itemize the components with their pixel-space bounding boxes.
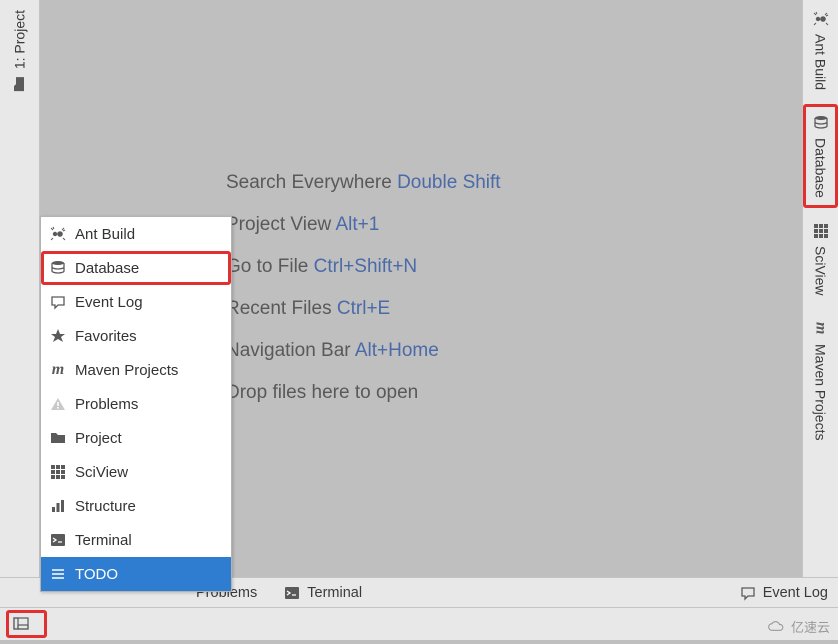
editor-empty-area: Search Everywhere Double Shift Project V… xyxy=(40,0,802,577)
tool-window-popup: Ant Build Database Event Log Favorites xyxy=(40,216,232,592)
tip-go-to-file: Go to File Ctrl+Shift+N xyxy=(226,256,501,278)
warning-icon xyxy=(49,395,67,413)
popup-item-terminal[interactable]: Terminal xyxy=(41,523,231,557)
popup-item-label: Maven Projects xyxy=(75,362,178,379)
popup-item-label: TODO xyxy=(75,566,118,583)
popup-item-label: Terminal xyxy=(75,532,132,549)
popup-item-favorites[interactable]: Favorites xyxy=(41,319,231,353)
tip-drop-files: Drop files here to open xyxy=(226,382,501,404)
right-rail-item-sciview[interactable]: SciView xyxy=(803,212,838,306)
right-rail-label: Ant Build xyxy=(813,34,829,90)
maven-icon: m xyxy=(49,361,67,379)
folder-icon xyxy=(11,75,29,93)
popup-item-label: Ant Build xyxy=(75,226,135,243)
database-icon xyxy=(49,259,67,277)
welcome-tips: Search Everywhere Double Shift Project V… xyxy=(226,172,501,404)
ant-icon xyxy=(49,225,67,243)
popup-item-label: Structure xyxy=(75,498,136,515)
bottom-item-label: Event Log xyxy=(763,585,828,601)
popup-item-label: SciView xyxy=(75,464,128,481)
left-rail-label: 1: Project xyxy=(12,10,28,69)
popup-item-structure[interactable]: Structure xyxy=(41,489,231,523)
app-root: 1: Project Search Everywhere Double Shif… xyxy=(0,0,838,644)
todo-icon xyxy=(49,565,67,583)
bottom-item-event-log[interactable]: Event Log xyxy=(739,584,828,602)
popup-item-problems[interactable]: Problems xyxy=(41,387,231,421)
right-rail-item-maven[interactable]: m Maven Projects xyxy=(803,310,838,450)
right-rail-item-ant-build[interactable]: Ant Build xyxy=(803,0,838,100)
popup-item-event-log[interactable]: Event Log xyxy=(41,285,231,319)
popup-item-label: Event Log xyxy=(75,294,143,311)
sciview-icon xyxy=(49,463,67,481)
popup-item-sciview[interactable]: SciView xyxy=(41,455,231,489)
popup-item-todo[interactable]: TODO xyxy=(41,557,231,591)
bubble-icon xyxy=(49,293,67,311)
folder-icon xyxy=(49,429,67,447)
popup-item-label: Database xyxy=(75,260,139,277)
left-tool-rail: 1: Project xyxy=(0,0,40,607)
terminal-icon xyxy=(49,531,67,549)
popup-item-database[interactable]: Database xyxy=(41,251,231,285)
right-rail-label: SciView xyxy=(813,246,829,296)
status-bar: 亿速云 xyxy=(0,607,838,640)
tip-navigation-bar: Navigation Bar Alt+Home xyxy=(226,340,501,362)
watermark: 亿速云 xyxy=(767,617,830,636)
popup-item-maven[interactable]: m Maven Projects xyxy=(41,353,231,387)
popup-item-ant-build[interactable]: Ant Build xyxy=(41,217,231,251)
sciview-icon xyxy=(812,222,830,240)
popup-item-label: Favorites xyxy=(75,328,137,345)
popup-item-label: Problems xyxy=(75,396,138,413)
popup-item-project[interactable]: Project xyxy=(41,421,231,455)
tool-windows-quick-access-highlight xyxy=(6,610,47,638)
tip-search-everywhere: Search Everywhere Double Shift xyxy=(226,172,501,194)
structure-icon xyxy=(49,497,67,515)
star-icon xyxy=(49,327,67,345)
popup-item-label: Project xyxy=(75,430,122,447)
bubble-icon xyxy=(739,584,757,602)
left-rail-item-project[interactable]: 1: Project xyxy=(0,0,39,103)
ant-icon xyxy=(812,10,830,28)
right-tool-rail: Ant Build Database SciView m Maven Proje… xyxy=(802,0,838,607)
maven-icon: m xyxy=(812,320,830,338)
tool-windows-quick-access-button[interactable] xyxy=(10,614,32,634)
right-rail-label: Database xyxy=(813,138,829,198)
bottom-item-label: Terminal xyxy=(307,585,362,601)
tip-project-view: Project View Alt+1 xyxy=(226,214,501,236)
tip-recent-files: Recent Files Ctrl+E xyxy=(226,298,501,320)
database-icon xyxy=(812,114,830,132)
terminal-icon xyxy=(283,584,301,602)
right-rail-item-database[interactable]: Database xyxy=(803,104,838,208)
right-rail-label: Maven Projects xyxy=(813,344,829,440)
bottom-item-terminal[interactable]: Terminal xyxy=(283,584,362,602)
